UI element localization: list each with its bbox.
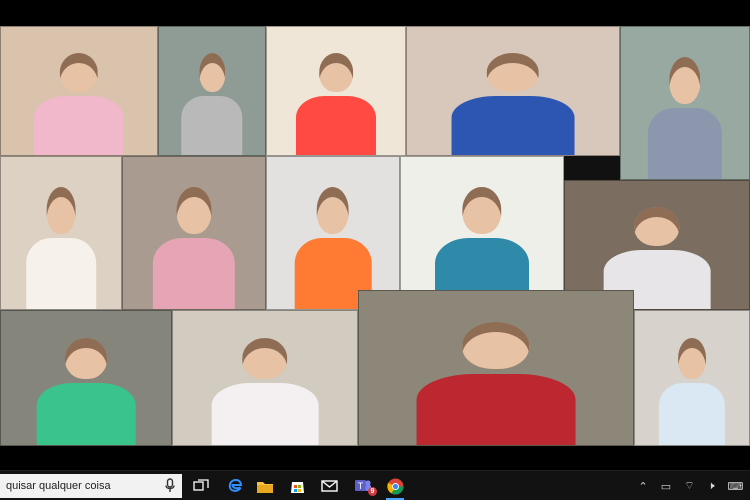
participant-tile-7[interactable] [122,156,266,310]
participant-head [678,337,706,379]
participant-avatar [36,337,136,445]
participant-head [176,187,212,234]
participant-tile-9[interactable] [400,156,564,310]
participant-shirt [647,108,723,179]
battery-icon[interactable]: ▭ [661,480,671,493]
participant-tile-6[interactable] [0,156,122,310]
participant-shirt [181,95,243,155]
participant-tile-3[interactable] [266,26,406,156]
participant-head [462,321,530,369]
participant-avatar [33,52,125,155]
teams-notification-badge: 9 [368,487,377,496]
participant-tile-13[interactable] [358,290,634,446]
participant-tile-5[interactable] [620,26,750,180]
wifi-icon[interactable]: ⌔ [684,479,694,493]
windows-taskbar: quisar qualquer coisa T 9 ⌃ ▭ ⌔ 🕨 ⌨ [0,470,750,500]
participant-shirt [26,238,96,309]
task-view-icon[interactable] [190,475,212,497]
video-grid [0,26,750,446]
participant-tile-14[interactable] [634,310,750,446]
taskbar-search-box[interactable]: quisar qualquer coisa [0,474,182,498]
volume-icon[interactable]: 🕨 [708,480,715,493]
participant-shirt [416,373,576,445]
participant-shirt [36,382,136,445]
participant-head [634,206,680,246]
participant-tile-8[interactable] [266,156,400,310]
participant-avatar [181,52,243,155]
participant-shirt [33,95,125,155]
participant-shirt [211,382,319,445]
svg-text:T: T [358,481,364,491]
participant-tile-11[interactable] [0,310,172,446]
participant-avatar [647,57,723,179]
participant-avatar [152,187,236,309]
participant-tile-4[interactable] [406,26,620,156]
participant-head [65,337,107,379]
participant-head [316,187,350,234]
participant-shirt [152,238,236,309]
participant-head [462,187,502,234]
participant-avatar [416,321,576,445]
folder-icon[interactable] [254,475,276,497]
participant-shirt [295,95,377,155]
participant-head [199,52,225,92]
participant-tile-2[interactable] [158,26,266,156]
participant-head [46,187,76,234]
edge-icon[interactable] [224,475,246,497]
system-tray: ⌃ ▭ ⌔ 🕨 ⌨ [632,471,750,500]
participant-head [669,57,701,104]
participant-head [487,52,539,92]
participant-avatar [211,337,319,445]
participant-tile-12[interactable] [172,310,358,446]
participant-tile-1[interactable] [0,26,158,156]
video-call-screen: quisar qualquer coisa T 9 ⌃ ▭ ⌔ 🕨 ⌨ [0,0,750,500]
participant-avatar [658,337,726,445]
participant-head [60,52,98,92]
participant-shirt [658,382,726,445]
mail-icon[interactable] [318,475,340,497]
store-icon[interactable] [286,475,308,497]
chevron-up-icon[interactable]: ⌃ [639,480,648,493]
participant-avatar [26,187,96,309]
participant-avatar [295,52,377,155]
keyboard-icon[interactable]: ⌨ [728,480,744,493]
chrome-icon[interactable] [384,475,406,500]
participant-shirt [451,95,575,155]
microphone-icon[interactable] [164,478,176,494]
participant-head [319,52,353,92]
participant-head [242,337,288,379]
participant-avatar [451,52,575,155]
teams-icon[interactable]: T 9 [352,475,377,497]
search-placeholder-text: quisar qualquer coisa [6,480,111,492]
